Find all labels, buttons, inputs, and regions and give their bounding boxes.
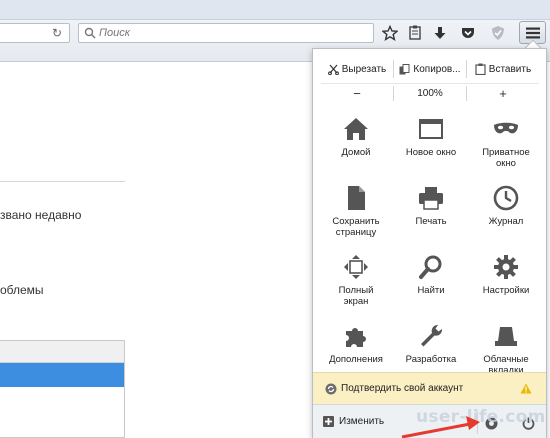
menu-item-label: Домой (341, 147, 371, 158)
hamburger-menu-icon (525, 27, 540, 38)
watermark-text: user-life.com (416, 407, 546, 427)
page-text-problems: облемы (0, 283, 44, 297)
menu-item-label: Новое окно (405, 147, 457, 158)
sync-account-bar[interactable]: Подтвердить свой аккаунт (313, 372, 546, 404)
page-text-recent: звано недавно (0, 208, 82, 222)
addons-puzzle-icon (346, 328, 366, 347)
menu-item-label: Разработка (405, 354, 457, 365)
warning-icon (520, 383, 532, 394)
new-window-icon (419, 119, 443, 139)
customize-label: Изменить (339, 416, 385, 427)
customize-button[interactable]: Изменить (323, 416, 384, 427)
shield-icon[interactable] (488, 24, 508, 42)
scissors-icon (327, 64, 339, 75)
menu-item-label: Печать (415, 216, 447, 227)
reload-icon[interactable]: ↻ (49, 26, 65, 40)
menu-item-label: Приватное окно (482, 147, 530, 169)
settings-gear-icon (494, 255, 518, 279)
paste-button[interactable]: Вставить (467, 57, 539, 81)
zoom-controls: − 100% + (321, 83, 539, 103)
bookmark-star-icon[interactable] (380, 24, 400, 42)
menu-items-grid: Домой Новое окно Приватное окно Сохранит… (321, 109, 541, 385)
edit-controls: Вырезать Копиров... Вставить (321, 57, 539, 81)
menu-item-label: Найти (417, 285, 445, 296)
search-bar[interactable] (78, 23, 374, 43)
home-button[interactable]: Домой (321, 109, 391, 178)
settings-button[interactable]: Настройки (471, 247, 541, 316)
list-header (0, 341, 124, 363)
search-icon (84, 27, 96, 39)
reading-list-icon[interactable] (405, 24, 425, 42)
fullscreen-icon (344, 255, 368, 279)
sync-account-label: Подтвердить свой аккаунт (341, 383, 464, 394)
menu-item-label: Настройки (482, 285, 530, 296)
home-icon (344, 118, 368, 140)
main-menu-panel: Вырезать Копиров... Вставить − 100% + До… (312, 48, 547, 438)
page-list-box (0, 340, 125, 438)
menu-item-label: Журнал (488, 216, 524, 227)
developer-wrench-icon (421, 324, 443, 347)
sync-icon (325, 383, 337, 394)
copy-icon (399, 63, 410, 74)
search-input[interactable] (99, 25, 359, 41)
zoom-out-button[interactable]: − (321, 84, 393, 103)
downloads-icon[interactable] (430, 24, 450, 42)
cut-button[interactable]: Вырезать (321, 57, 393, 81)
fullscreen-button[interactable]: Полный экран (321, 247, 391, 316)
synced-tabs-icon (495, 327, 517, 346)
print-button[interactable]: Печать (396, 178, 466, 247)
save-page-button[interactable]: Сохранить страницу (321, 178, 391, 247)
selected-list-item[interactable] (0, 363, 124, 387)
private-window-button[interactable]: Приватное окно (471, 109, 541, 178)
zoom-reset-button[interactable]: 100% (393, 86, 467, 101)
plus-square-icon (323, 416, 334, 427)
copy-label: Копиров... (413, 63, 461, 75)
menu-item-label: Дополнения (329, 354, 383, 365)
print-icon (419, 187, 443, 210)
paste-icon (475, 63, 486, 75)
cut-label: Вырезать (341, 63, 387, 75)
pocket-icon[interactable] (458, 24, 478, 42)
find-icon (419, 255, 442, 279)
history-clock-icon (493, 185, 519, 211)
private-mask-icon (494, 122, 518, 134)
menu-item-label: Сохранить страницу (332, 216, 380, 238)
new-window-button[interactable]: Новое окно (396, 109, 466, 178)
find-button[interactable]: Найти (396, 247, 466, 316)
url-bar[interactable]: ↻ (0, 23, 70, 43)
menu-item-label: Полный экран (338, 285, 374, 307)
divider (0, 181, 125, 182)
tab-strip (0, 0, 550, 20)
save-page-icon (348, 186, 365, 210)
copy-button[interactable]: Копиров... (394, 57, 466, 81)
history-button[interactable]: Журнал (471, 178, 541, 247)
zoom-in-button[interactable]: + (467, 84, 539, 103)
paste-label: Вставить (488, 63, 532, 75)
page-content: звано недавно облемы (0, 62, 310, 438)
